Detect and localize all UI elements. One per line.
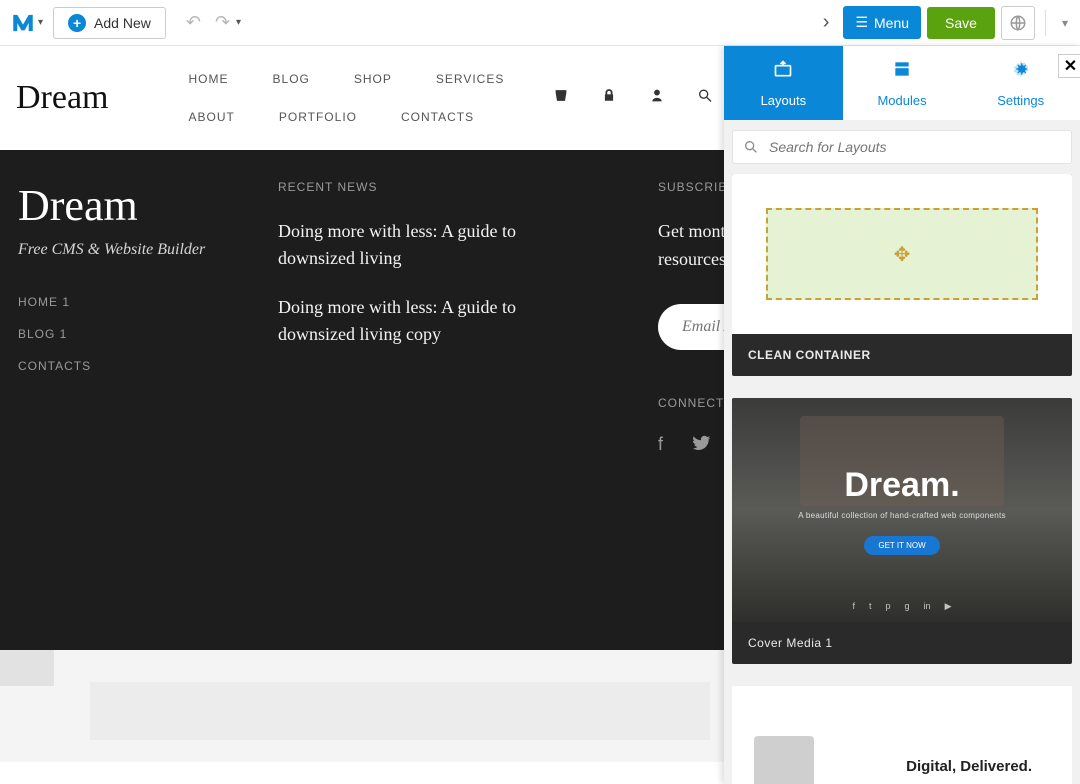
menu-button[interactable]: ☰ Menu: [843, 6, 921, 39]
footer-link-home[interactable]: HOME 1: [18, 295, 238, 309]
app-logo-menu[interactable]: ▾: [6, 10, 47, 36]
thumb-cta: GET IT NOW: [864, 536, 939, 555]
save-label: Save: [945, 15, 977, 31]
nav-contacts[interactable]: CONTACTS: [401, 110, 474, 124]
recent-news-heading: RECENT NEWS: [278, 180, 578, 194]
search-icon[interactable]: [696, 88, 714, 109]
news-item[interactable]: Doing more with less: A guide to downsiz…: [278, 294, 578, 348]
menu-label: Menu: [874, 15, 909, 31]
undo-button[interactable]: ↶: [186, 12, 201, 33]
lock-icon[interactable]: [600, 88, 618, 109]
layout-thumb: Dream. A beautiful collection of hand-cr…: [732, 398, 1072, 622]
save-button[interactable]: Save: [927, 7, 995, 39]
layouts-panel: ✕ Layouts Modules Settings ✥ CLEAN CONTA…: [724, 46, 1080, 784]
layout-card-clean-container[interactable]: ✥ CLEAN CONTAINER: [732, 174, 1072, 376]
site-nav: HOME BLOG SHOP SERVICES ABOUT PORTFOLIO …: [189, 72, 505, 124]
nav-portfolio[interactable]: PORTFOLIO: [279, 110, 357, 124]
panel-tabs: Layouts Modules Settings: [724, 46, 1080, 120]
footer-title: Dream: [18, 180, 238, 231]
cart-icon[interactable]: [552, 88, 570, 109]
more-menu-button[interactable]: ▾: [1056, 16, 1074, 30]
nav-shop[interactable]: SHOP: [354, 72, 392, 86]
thumb-headline: Digital, Delivered.: [906, 758, 1032, 775]
layout-thumb: Digital, Delivered.: [732, 686, 1072, 784]
logo-caret-icon: ▾: [38, 17, 43, 28]
layout-card-cover-media-1[interactable]: Dream. A beautiful collection of hand-cr…: [732, 398, 1072, 664]
app-toolbar: ▾ + Add New ↶ ↷▾ › ☰ Menu Save ▾: [0, 0, 1080, 46]
thumb-subtitle: A beautiful collection of hand-crafted w…: [798, 511, 1006, 520]
nav-home[interactable]: HOME: [189, 72, 229, 86]
thumb-social-row: ftpgin▶: [853, 601, 952, 612]
layout-search-input[interactable]: [769, 139, 1061, 155]
site-logo-text: Dream: [16, 79, 109, 117]
forward-arrow-button[interactable]: ›: [815, 11, 838, 34]
panel-search[interactable]: [732, 130, 1072, 164]
tab-layouts-label: Layouts: [761, 93, 807, 108]
nav-services[interactable]: SERVICES: [436, 72, 504, 86]
panel-scroll-area[interactable]: ✥ CLEAN CONTAINER Dream. A beautiful col…: [724, 174, 1080, 784]
history-controls: ↶ ↷▾: [186, 12, 241, 33]
publish-globe-button[interactable]: [1001, 6, 1035, 40]
layouts-icon: [772, 59, 794, 85]
layout-card-label: Cover Media 1: [732, 622, 1072, 664]
layout-card-label: CLEAN CONTAINER: [732, 334, 1072, 376]
layout-thumb: ✥: [732, 174, 1072, 334]
panel-close-button[interactable]: ✕: [1058, 54, 1080, 78]
user-icon[interactable]: [648, 88, 666, 109]
news-item[interactable]: Doing more with less: A guide to downsiz…: [278, 218, 578, 272]
facebook-icon[interactable]: f: [658, 434, 663, 457]
layout-card-digital[interactable]: Digital, Delivered.: [732, 686, 1072, 784]
settings-icon: [1011, 59, 1031, 85]
footer-link-blog[interactable]: BLOG 1: [18, 327, 238, 341]
twitter-icon[interactable]: [693, 434, 711, 457]
add-new-label: Add New: [94, 15, 151, 31]
toolbar-separator: [1045, 10, 1046, 36]
plus-circle-icon: +: [68, 14, 86, 32]
thumb-title: Dream.: [844, 466, 959, 505]
nav-blog[interactable]: BLOG: [273, 72, 310, 86]
tab-modules-label: Modules: [877, 93, 926, 108]
nav-about[interactable]: ABOUT: [189, 110, 235, 124]
tab-modules[interactable]: Modules: [843, 46, 962, 120]
globe-icon: [1009, 14, 1027, 32]
footer-subtitle: Free CMS & Website Builder: [18, 241, 238, 259]
move-icon: ✥: [894, 242, 911, 267]
search-icon: [743, 139, 759, 155]
modules-icon: [891, 59, 913, 85]
tab-settings-label: Settings: [997, 93, 1044, 108]
hamburger-icon: ☰: [855, 14, 868, 31]
tab-layouts[interactable]: Layouts: [724, 46, 843, 120]
header-icon-group: [552, 88, 714, 109]
app-logo-icon: [10, 10, 36, 36]
add-new-button[interactable]: + Add New: [53, 7, 166, 39]
redo-button[interactable]: ↷▾: [215, 12, 241, 33]
footer-link-contacts[interactable]: CONTACTS: [18, 359, 238, 373]
